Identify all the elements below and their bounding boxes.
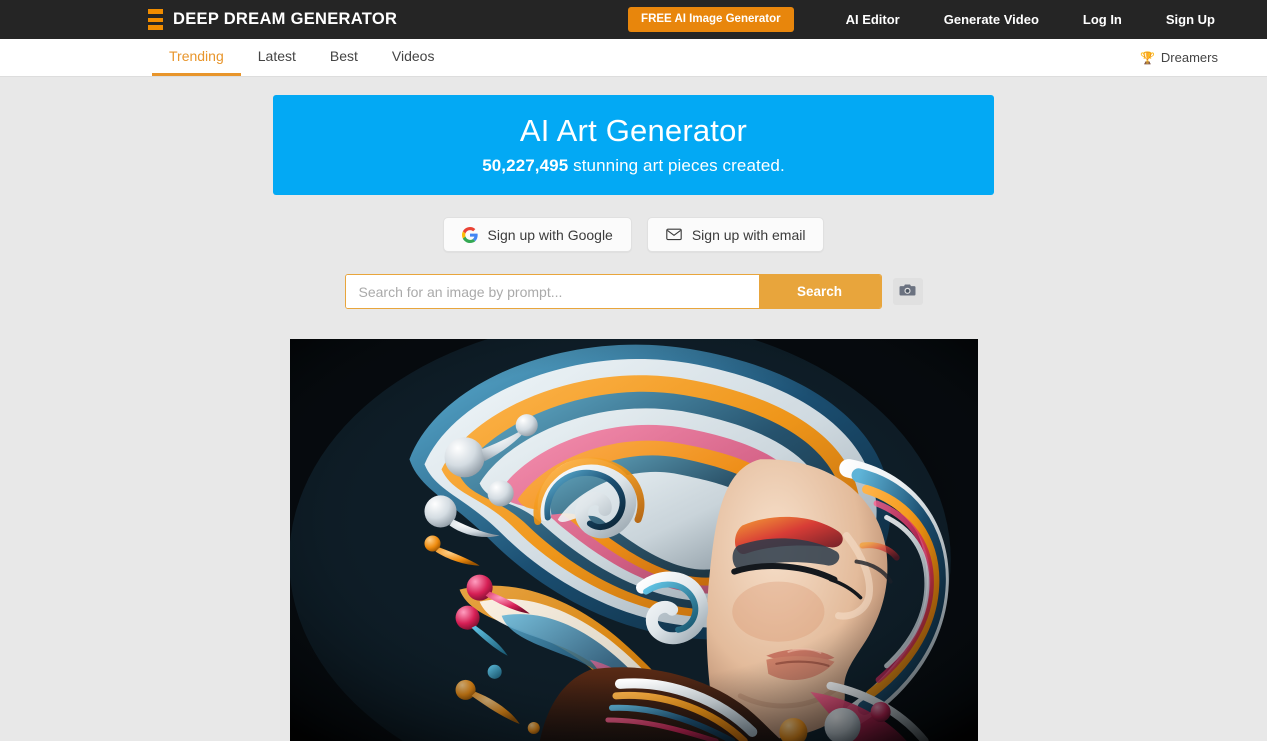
secondary-navigation-bar: Trending Latest Best Videos 🏆 Dreamers	[0, 39, 1267, 77]
sign-up-with-email-button[interactable]: Sign up with email	[646, 217, 825, 252]
nav-item-log-in[interactable]: Log In	[1061, 12, 1144, 27]
trophy-icon: 🏆	[1139, 50, 1155, 65]
search-button[interactable]: Search	[758, 275, 881, 308]
nav-item-generate-video[interactable]: Generate Video	[922, 12, 1061, 27]
tab-latest[interactable]: Latest	[241, 39, 313, 76]
hero-banner: AI Art Generator 50,227,495 stunning art…	[273, 95, 994, 195]
top-navigation: FREE AI Image Generator AI Editor Genera…	[628, 0, 1267, 39]
top-header-bar: DEEP DREAM GENERATOR FREE AI Image Gener…	[0, 0, 1267, 39]
search-box: Search	[344, 274, 882, 309]
signup-buttons-row: Sign up with Google Sign up with email	[442, 217, 825, 252]
hourglass-logo-icon	[148, 9, 163, 30]
brand-logo-link[interactable]: DEEP DREAM GENERATOR	[148, 9, 397, 30]
dreamers-link[interactable]: 🏆 Dreamers	[1140, 50, 1218, 65]
featured-artwork-card[interactable]	[289, 339, 978, 741]
sign-up-with-google-button[interactable]: Sign up with Google	[442, 217, 632, 252]
featured-artwork-image	[289, 339, 978, 741]
art-pieces-text: stunning art pieces created.	[568, 156, 785, 176]
search-row: Search	[344, 274, 923, 309]
subnav-right-area: 🏆 Dreamers	[1140, 39, 1218, 76]
image-search-camera-button[interactable]	[892, 278, 923, 305]
envelope-icon	[666, 228, 682, 241]
nav-item-sign-up[interactable]: Sign Up	[1144, 12, 1215, 27]
tab-videos[interactable]: Videos	[375, 39, 452, 76]
free-ai-image-generator-button[interactable]: FREE AI Image Generator	[628, 7, 794, 32]
email-signup-label: Sign up with email	[691, 226, 806, 243]
tab-trending[interactable]: Trending	[152, 39, 241, 76]
camera-icon	[899, 283, 916, 300]
hero-title: AI Art Generator	[519, 112, 748, 148]
search-input[interactable]	[345, 275, 759, 308]
brand-title: DEEP DREAM GENERATOR	[173, 10, 398, 28]
art-pieces-count: 50,227,495	[482, 156, 569, 176]
tab-best[interactable]: Best	[313, 39, 375, 76]
main-content: AI Art Generator 50,227,495 stunning art…	[0, 77, 1267, 741]
nav-item-ai-editor[interactable]: AI Editor	[824, 12, 922, 27]
dreamers-label: Dreamers	[1160, 50, 1218, 65]
google-signup-label: Sign up with Google	[487, 226, 613, 243]
content-filter-tabs: Trending Latest Best Videos	[152, 39, 451, 76]
hero-subtitle: 50,227,495 stunning art pieces created.	[482, 156, 785, 176]
google-g-icon	[461, 226, 478, 243]
